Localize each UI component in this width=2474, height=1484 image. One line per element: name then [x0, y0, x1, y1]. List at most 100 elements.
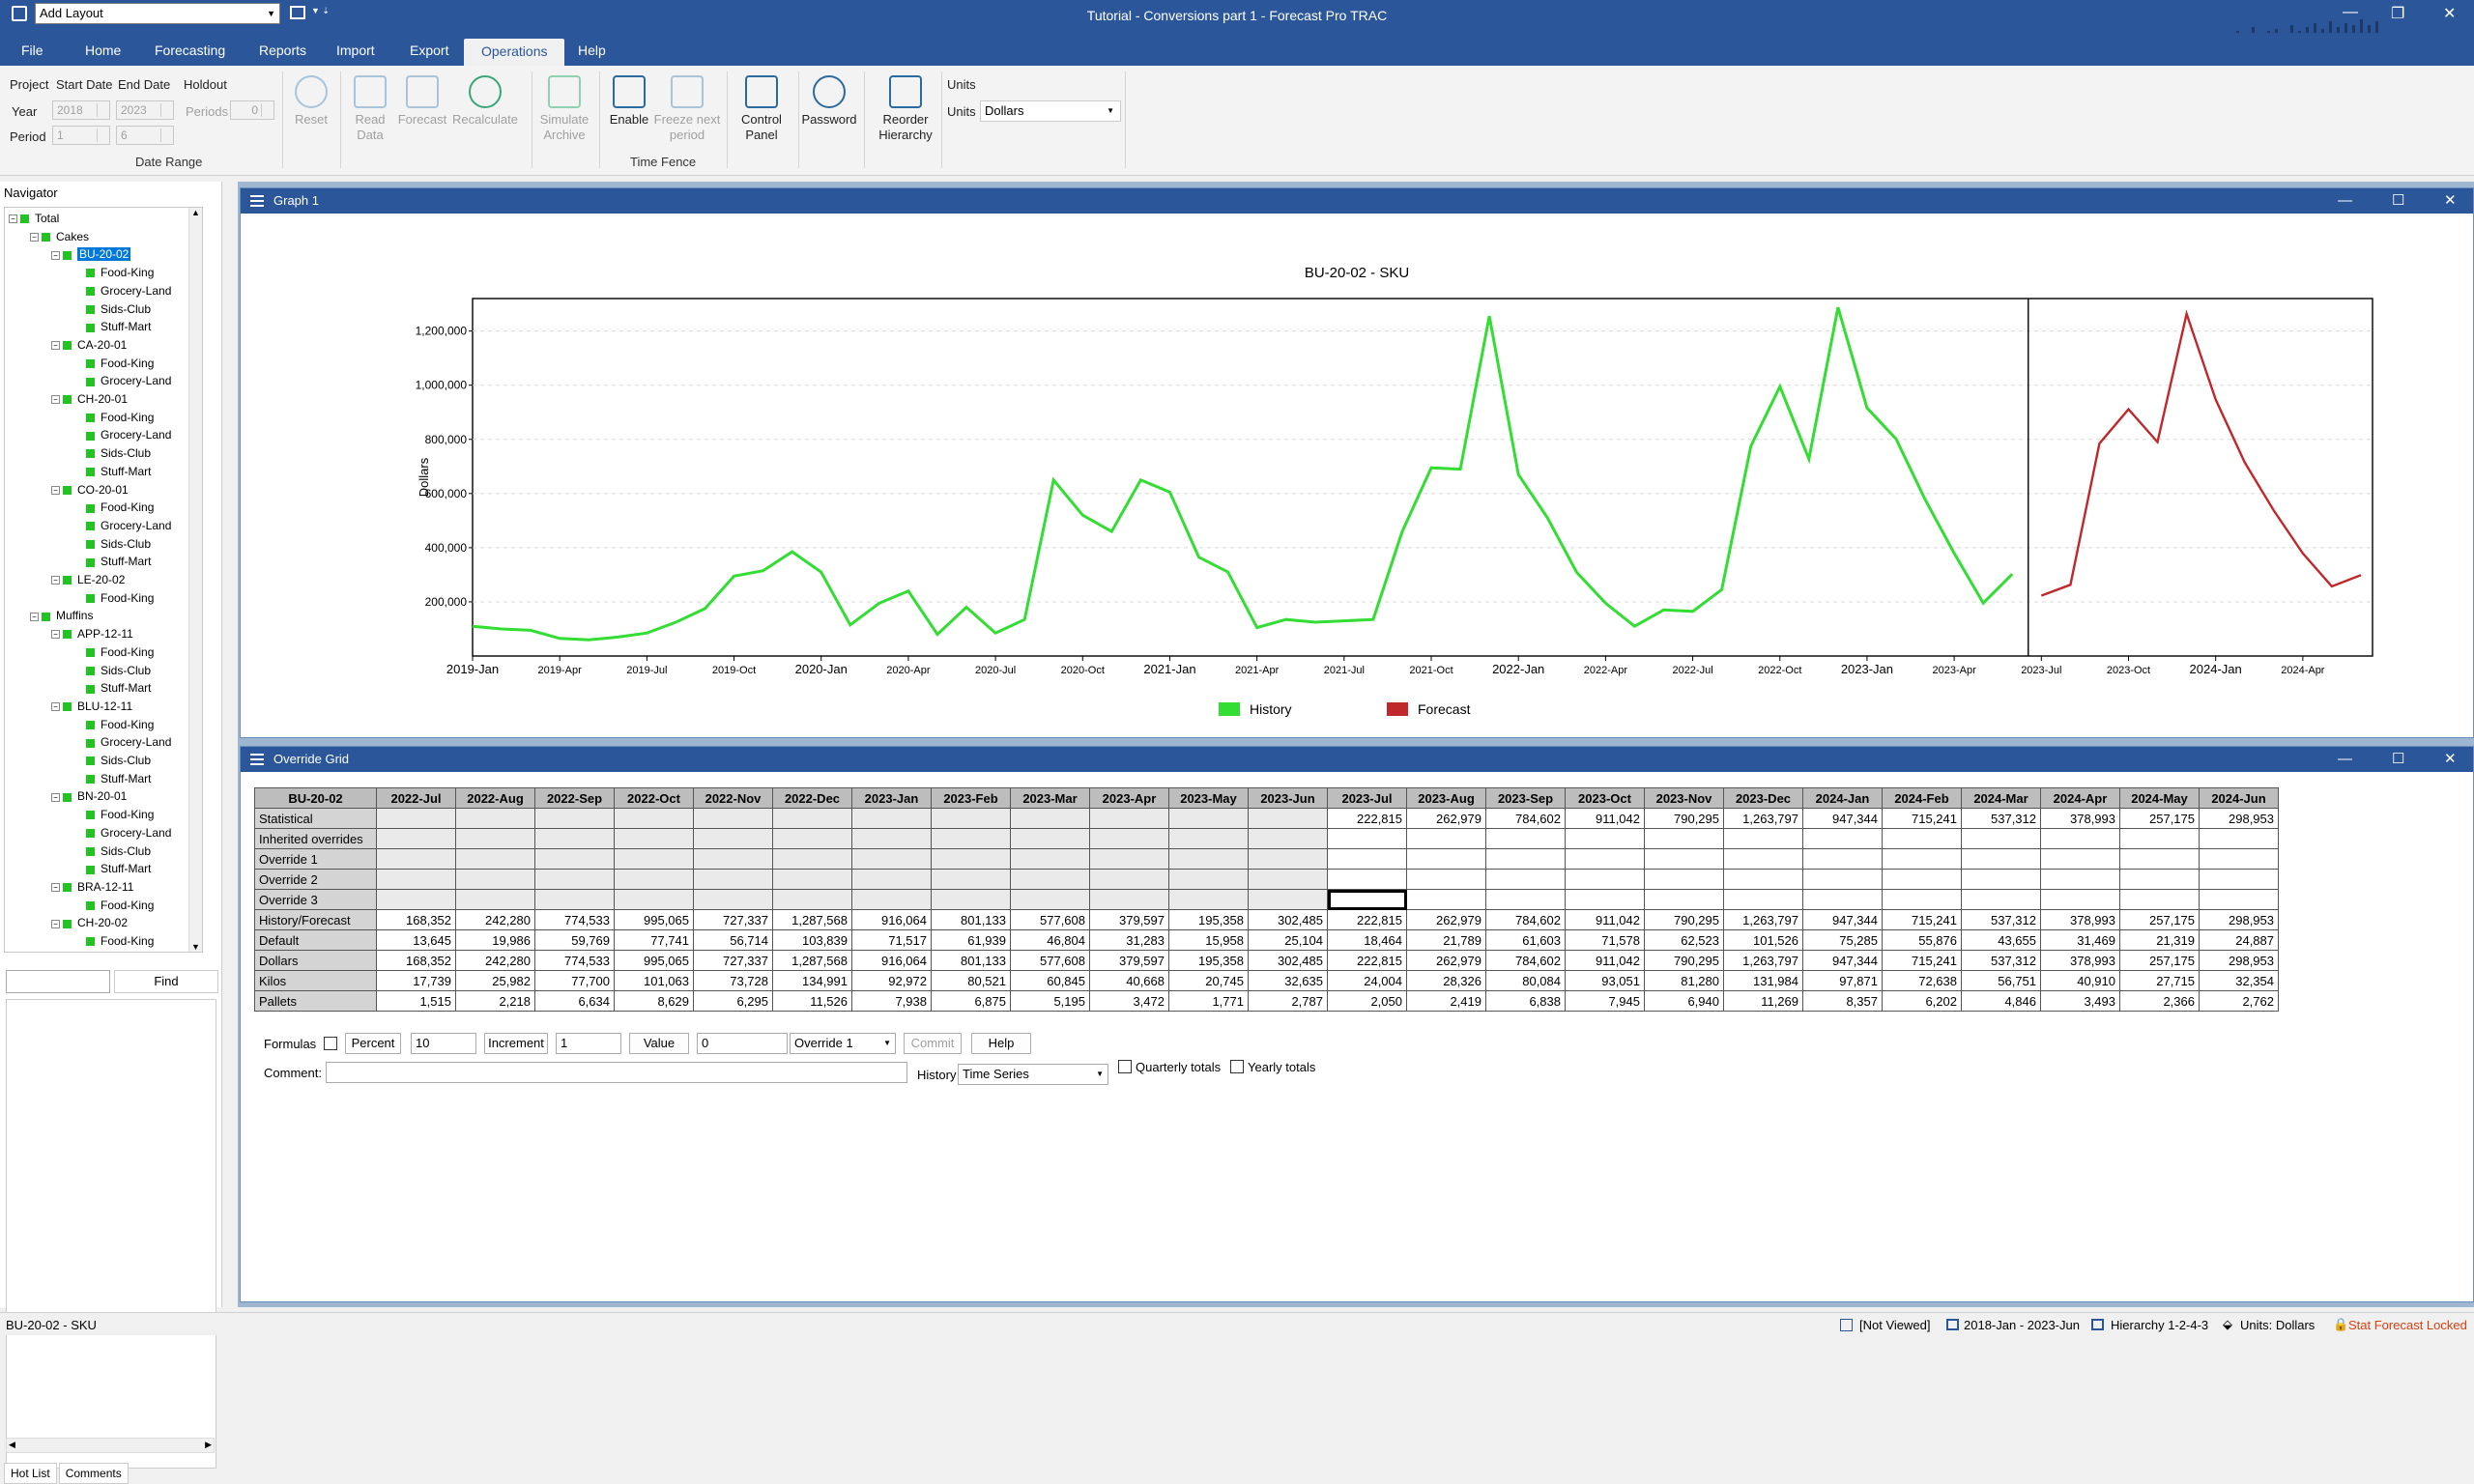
restore-icon[interactable]: ❐ — [2391, 4, 2404, 23]
end-period-stepper[interactable]: 6 — [116, 126, 174, 145]
grid-cell[interactable] — [1724, 849, 1803, 870]
collapse-icon[interactable]: − — [51, 702, 60, 711]
grid-cell[interactable] — [1962, 890, 2041, 910]
scroll-left-icon[interactable]: ◀ — [9, 1440, 15, 1450]
navigator-tree[interactable]: ▲▼ −Total−Cakes−BU-20-02Food-KingGrocery… — [4, 207, 203, 953]
tree-item[interactable]: Sids-Club — [72, 537, 151, 551]
hamburger-menu-icon[interactable] — [250, 195, 264, 207]
grid-cell[interactable] — [1645, 849, 1724, 870]
collapse-icon[interactable]: − — [51, 395, 60, 404]
tree-item[interactable]: Grocery-Land — [72, 519, 171, 532]
grid-cell[interactable] — [1883, 849, 1962, 870]
grid-cell[interactable] — [1962, 870, 2041, 890]
reorder-hierarchy-button[interactable]: Reorder Hierarchy — [870, 75, 941, 143]
menu-home[interactable]: Home — [85, 43, 121, 58]
value-input[interactable]: 0 — [697, 1033, 788, 1054]
commit-button[interactable]: Commit — [904, 1033, 962, 1054]
reset-button[interactable]: Reset — [286, 75, 336, 128]
minimize-icon[interactable]: — — [2343, 4, 2358, 21]
override-target-select[interactable]: Override 1 ▼ — [790, 1033, 896, 1054]
grid-cell[interactable] — [2041, 870, 2120, 890]
tree-item[interactable]: −Muffins — [30, 609, 93, 622]
grid-cell[interactable] — [1803, 849, 1883, 870]
grid-cell[interactable] — [2120, 890, 2200, 910]
tree-item[interactable]: Food-King — [72, 645, 154, 659]
tree-item[interactable]: Food-King — [72, 808, 154, 821]
menu-operations[interactable]: Operations — [464, 39, 564, 66]
grid-cell[interactable] — [1724, 870, 1803, 890]
collapse-icon[interactable]: − — [51, 920, 60, 928]
grid-cell[interactable] — [1883, 870, 1962, 890]
menu-file[interactable]: File — [21, 43, 43, 58]
recalculate-button[interactable]: Recalculate — [448, 75, 522, 128]
increment-button[interactable]: Increment — [484, 1033, 548, 1054]
tree-item[interactable]: −CH-20-02 — [51, 916, 128, 929]
tree-item[interactable]: −CH-20-01 — [51, 392, 128, 406]
menu-help[interactable]: Help — [578, 43, 606, 58]
tree-item[interactable]: −APP-12-11 — [51, 627, 133, 641]
panel-maximize-icon[interactable]: ☐ — [2392, 747, 2404, 772]
password-button[interactable]: Password — [798, 75, 860, 128]
grid-cell[interactable] — [2041, 890, 2120, 910]
tree-item[interactable]: Food-King — [72, 934, 154, 948]
grid-cell[interactable] — [1566, 849, 1645, 870]
start-year-stepper[interactable]: 2018 — [52, 100, 110, 120]
grid-cell[interactable] — [1566, 870, 1645, 890]
quarterly-totals-checkbox[interactable] — [1118, 1060, 1132, 1073]
value-button[interactable]: Value — [629, 1033, 689, 1054]
increment-stepper[interactable]: 1 — [556, 1033, 621, 1054]
collapse-icon[interactable]: − — [51, 576, 60, 585]
tree-item[interactable]: −LE-20-02 — [51, 573, 125, 586]
grid-cell[interactable] — [1407, 849, 1486, 870]
grid-cell[interactable] — [2200, 890, 2279, 910]
grid-cell[interactable] — [1328, 870, 1407, 890]
close-icon[interactable]: ✕ — [2443, 4, 2456, 23]
tree-item[interactable]: Sids-Club — [72, 754, 151, 767]
tab-comments[interactable]: Comments — [59, 1463, 129, 1484]
tree-scrollbar[interactable]: ▲▼ — [188, 208, 202, 952]
grid-cell[interactable] — [1407, 890, 1486, 910]
panel-minimize-icon[interactable]: — — [2338, 747, 2352, 772]
tree-item[interactable]: Grocery-Land — [72, 374, 171, 387]
grid-cell[interactable] — [1328, 849, 1407, 870]
panel-close-icon[interactable]: ✕ — [2444, 188, 2457, 214]
tree-item[interactable]: Grocery-Land — [72, 735, 171, 749]
grid-cell[interactable] — [1566, 890, 1645, 910]
grid-cell[interactable] — [2200, 870, 2279, 890]
collapse-icon[interactable]: − — [51, 793, 60, 802]
tree-item[interactable]: Stuff-Mart — [72, 681, 151, 695]
panel-maximize-icon[interactable]: ☐ — [2392, 188, 2404, 214]
tree-item[interactable]: −Cakes — [30, 230, 89, 243]
tree-item[interactable]: Food-King — [72, 591, 154, 605]
help-button[interactable]: Help — [971, 1033, 1031, 1054]
grid-cell[interactable] — [1328, 890, 1407, 910]
enable-button[interactable]: Enable — [601, 75, 657, 128]
control-panel-button[interactable]: Control Panel — [729, 75, 794, 143]
scroll-up-icon[interactable]: ▲ — [191, 208, 200, 217]
tree-item[interactable]: −BLU-12-11 — [51, 699, 132, 713]
tree-item[interactable]: Grocery-Land — [72, 826, 171, 840]
tree-item[interactable]: Stuff-Mart — [72, 320, 151, 333]
grid-cell[interactable] — [1645, 870, 1724, 890]
tree-item[interactable]: −BN-20-01 — [51, 789, 127, 803]
formulas-checkbox[interactable] — [324, 1037, 337, 1050]
collapse-icon[interactable]: − — [30, 233, 39, 242]
grid-cell[interactable] — [1803, 890, 1883, 910]
grid-cell[interactable] — [1724, 890, 1803, 910]
forecast-button[interactable]: Forecast — [394, 75, 450, 128]
collapse-icon[interactable]: − — [51, 341, 60, 350]
collapse-icon[interactable]: − — [51, 251, 60, 260]
tree-item[interactable]: Grocery-Land — [72, 428, 171, 442]
yearly-totals-checkbox[interactable] — [1230, 1060, 1244, 1073]
tree-item[interactable]: Sids-Club — [72, 302, 151, 316]
collapse-icon[interactable]: − — [9, 214, 17, 223]
tree-item[interactable]: Grocery-Land — [72, 284, 171, 298]
read-data-button[interactable]: Read Data — [346, 75, 394, 143]
tree-item[interactable]: Food-King — [72, 266, 154, 279]
menu-reports[interactable]: Reports — [259, 43, 306, 58]
menu-export[interactable]: Export — [410, 43, 448, 58]
grid-cell[interactable] — [1803, 870, 1883, 890]
tree-item[interactable]: Sids-Club — [72, 844, 151, 858]
tree-item[interactable]: −Total — [9, 212, 59, 225]
grid-cell[interactable] — [2041, 849, 2120, 870]
